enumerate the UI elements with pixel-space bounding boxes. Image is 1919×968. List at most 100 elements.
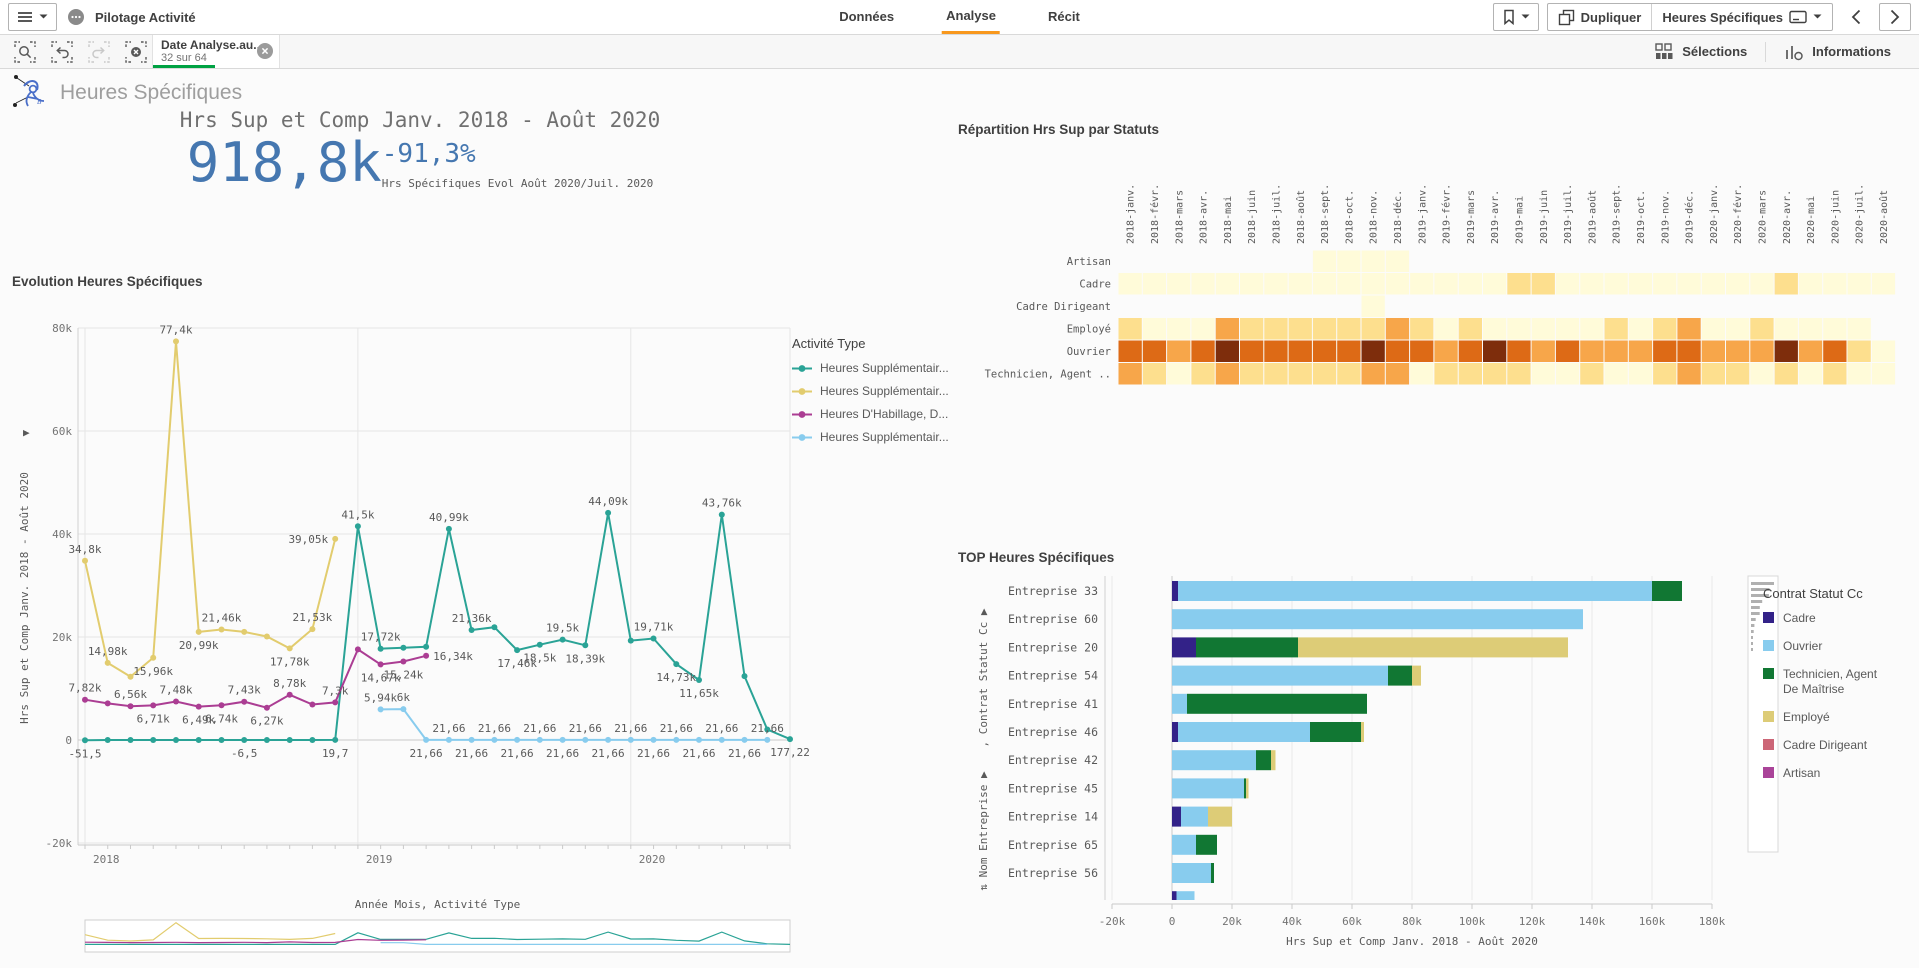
svg-text:120k: 120k [1519, 915, 1546, 928]
svg-text:2020-août: 2020-août [1878, 190, 1890, 244]
legend-item-statut-0[interactable]: Cadre [1763, 611, 1893, 626]
svg-text:2020: 2020 [639, 853, 666, 866]
sheet-selector[interactable]: Heures Spécifiques [1652, 4, 1832, 30]
redo-icon [87, 40, 110, 63]
svg-text:2018-janv.: 2018-janv. [1126, 184, 1137, 244]
svg-text:2018-avr.: 2018-avr. [1199, 190, 1210, 244]
svg-text:2019-janv.: 2019-janv. [1417, 184, 1428, 244]
series-0: -51,5 -6,5 19,741,5k17,72k40,99k21,36k17,4… [68, 495, 809, 760]
top-bar: Pilotage Activité Données Analyse Récit … [0, 0, 1919, 35]
selection-bar: Date Analyse.au... 32 sur 64 Sélections … [0, 35, 1919, 69]
legend-item-activite-3[interactable]: Heures Supplémentair... [792, 430, 982, 444]
global-menu-button[interactable] [8, 3, 57, 31]
svg-text:180k: 180k [1699, 915, 1726, 928]
sheet-selector-label: Heures Spécifiques [1662, 9, 1783, 25]
legend-item-statut-2[interactable]: Technicien, Agent De Maîtrise [1763, 667, 1893, 697]
svg-text:19,5k: 19,5k [546, 622, 579, 635]
svg-text:21,66: 21,66 [410, 747, 443, 760]
svg-text:2019: 2019 [366, 853, 393, 866]
legend-item-statut-1[interactable]: Ouvrier [1763, 639, 1893, 654]
sheet-title: Heures Spécifiques [60, 81, 243, 104]
legend-item-statut-3[interactable]: Employé [1763, 710, 1893, 725]
svg-text:6,56k: 6,56k [114, 688, 147, 701]
svg-text:Année Mois, Activité Type: Année Mois, Activité Type [355, 898, 521, 911]
duplicate-button[interactable]: Dupliquer [1548, 4, 1652, 30]
svg-text:16,34k: 16,34k [433, 650, 473, 663]
app-options-icon[interactable] [67, 8, 85, 26]
legend-item-label: Cadre Dirigeant [1783, 738, 1868, 752]
svg-text:Cadre: Cadre [1079, 278, 1111, 290]
evolution-chart-card: Evolution Heures Spécifiques 80k 60k 40k 20… [10, 268, 980, 968]
legend-title: Contrat Statut Cc [1763, 586, 1863, 601]
svg-text:21,53k: 21,53k [293, 611, 333, 624]
legend-color-swatch [1763, 668, 1774, 679]
svg-text:21,66: 21,66 [569, 722, 602, 735]
undo-selection-button[interactable] [43, 35, 80, 68]
svg-text:2020-avr.: 2020-avr. [1782, 190, 1793, 244]
svg-text:2018-sept.: 2018-sept. [1320, 184, 1331, 244]
svg-text:18,39k: 18,39k [565, 652, 605, 665]
svg-text:43,76k: 43,76k [702, 497, 742, 510]
svg-text:40k: 40k [1282, 915, 1302, 928]
selection-chip-date-analyse[interactable]: Date Analyse.au... 32 sur 64 [152, 35, 280, 68]
clear-chip-button[interactable] [257, 43, 273, 59]
series-3: 5,94k 6k 21,66 21,66 21,66 21,66 21,66 21,66 21,… [364, 691, 784, 760]
legend-color-swatch [1763, 739, 1774, 750]
legend-item-statut-4[interactable]: Cadre Dirigeant [1763, 738, 1893, 753]
svg-text:Technicien, Agent ..: Technicien, Agent .. [985, 368, 1111, 380]
clear-selections-button[interactable] [117, 35, 154, 68]
svg-text:21,66: 21,66 [728, 747, 761, 760]
heatmap-chart[interactable]: 2018-janv. 2018-févr. 2018-mars 2018-avr. 20… [955, 108, 1919, 400]
clear-selections-icon [124, 40, 147, 63]
svg-text:Entreprise 56: Entreprise 56 [1008, 866, 1098, 880]
bookmarks-button[interactable] [1492, 3, 1539, 31]
svg-text:2020-juil.: 2020-juil. [1855, 184, 1866, 244]
legend-item-activite-2[interactable]: Heures D'Habillage, D... [792, 407, 982, 421]
selections-tool-button[interactable]: Sélections [1637, 35, 1765, 68]
svg-text:Ouvrier: Ouvrier [1067, 346, 1111, 358]
svg-text:2018-oct.: 2018-oct. [1344, 190, 1355, 244]
kpi-value: 918,8k [186, 131, 382, 194]
svg-text:80k: 80k [1402, 915, 1422, 928]
kpi-delta: -91,3% [381, 139, 476, 169]
svg-text:2018-juil.: 2018-juil. [1271, 184, 1282, 244]
next-sheet-button[interactable] [1879, 3, 1911, 31]
svg-text:2019-oct.: 2019-oct. [1636, 190, 1647, 244]
svg-text:7,43k: 7,43k [228, 684, 261, 697]
svg-text:21,66: 21,66 [751, 722, 784, 735]
informations-button[interactable]: Informations [1766, 35, 1909, 68]
svg-text:6,71k: 6,71k [137, 712, 170, 725]
legend-item-activite-0[interactable]: Heures Supplémentair... [792, 361, 982, 375]
svg-text:0: 0 [1169, 915, 1176, 928]
svg-text:2019-juin: 2019-juin [1539, 190, 1550, 244]
redo-selection-button[interactable] [80, 35, 117, 68]
svg-text:77,4k: 77,4k [159, 323, 192, 336]
svg-text:40k: 40k [52, 528, 72, 541]
svg-text:15,24k: 15,24k [384, 669, 424, 682]
tab-donnees[interactable]: Données [835, 0, 898, 34]
legend-item-statut-5[interactable]: Artisan [1763, 766, 1893, 781]
svg-text:2019-nov.: 2019-nov. [1660, 190, 1671, 244]
legend-color-swatch [1763, 767, 1774, 778]
informations-label: Informations [1812, 44, 1891, 59]
chart-title: Répartition Hrs Sup par Statuts [958, 122, 1160, 137]
svg-text:2018-août: 2018-août [1295, 190, 1307, 244]
svg-text:21,66: 21,66 [660, 722, 693, 735]
svg-text:21,66: 21,66 [501, 747, 534, 760]
svg-text:2020-juin: 2020-juin [1830, 190, 1841, 244]
tab-recit[interactable]: Récit [1044, 0, 1084, 34]
previous-sheet-button[interactable] [1841, 4, 1871, 30]
legend-color-swatch [1763, 640, 1774, 651]
kpi-title: Hrs Sup et Comp Janv. 2018 - Août 2020 [179, 108, 661, 132]
svg-text:2020-janv.: 2020-janv. [1709, 184, 1720, 244]
svg-text:7,48k: 7,48k [159, 684, 192, 697]
svg-text:21,66: 21,66 [432, 722, 465, 735]
bars [1172, 581, 1682, 900]
legend-item-activite-1[interactable]: Heures Supplémentair... [792, 384, 982, 398]
kpi-hrs-sup[interactable]: Hrs Sup et Comp Janv. 2018 - Août 2020 9… [140, 108, 700, 192]
smart-search-button[interactable] [6, 35, 43, 68]
tab-analyse[interactable]: Analyse [942, 0, 1000, 34]
heatmap-column-labels: 2018-janv. 2018-févr. 2018-mars 2018-avr. 20… [1126, 184, 1890, 244]
legend-item-label: Ouvrier [1783, 639, 1823, 653]
svg-text:Entreprise 41: Entreprise 41 [1008, 697, 1098, 711]
